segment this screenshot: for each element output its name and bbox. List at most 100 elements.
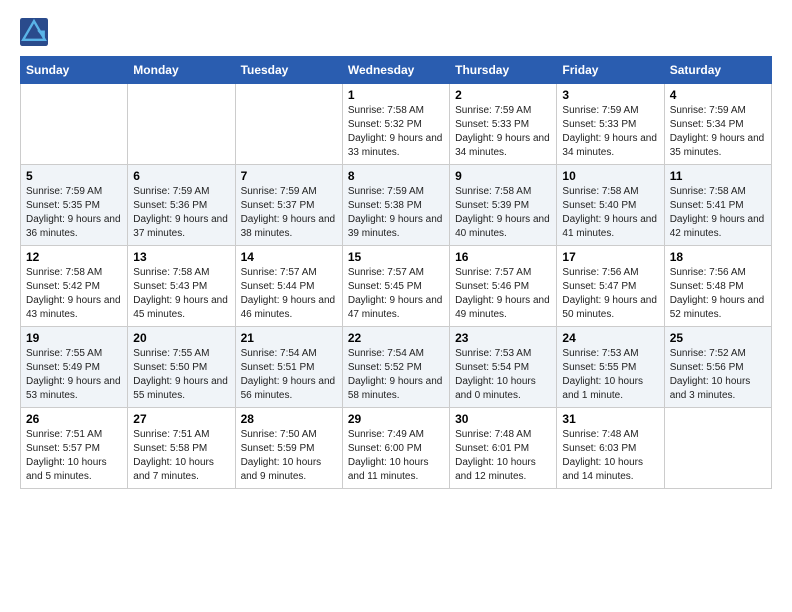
table-row: 12 Sunrise: 7:58 AM Sunset: 5:42 PM Dayli… [21,246,128,327]
logo [20,18,52,46]
day-info: Sunrise: 7:51 AM Sunset: 5:57 PM Dayligh… [26,428,122,484]
calendar-table: Sunday Monday Tuesday Wednesday Thursday… [20,56,772,489]
day-number: 15 [348,250,444,264]
table-row: 30 Sunrise: 7:48 AM Sunset: 6:01 PM Dayli… [450,408,557,489]
header-monday: Monday [128,57,235,84]
table-row [128,84,235,165]
day-info: Sunrise: 7:57 AM Sunset: 5:46 PM Dayligh… [455,266,551,322]
day-info: Sunrise: 7:48 AM Sunset: 6:03 PM Dayligh… [562,428,658,484]
day-number: 9 [455,169,551,183]
day-number: 23 [455,331,551,345]
day-info: Sunrise: 7:57 AM Sunset: 5:45 PM Dayligh… [348,266,444,322]
calendar-week-row: 12 Sunrise: 7:58 AM Sunset: 5:42 PM Dayli… [21,246,772,327]
day-info: Sunrise: 7:52 AM Sunset: 5:56 PM Dayligh… [670,347,766,403]
calendar-week-row: 26 Sunrise: 7:51 AM Sunset: 5:57 PM Dayli… [21,408,772,489]
day-info: Sunrise: 7:55 AM Sunset: 5:50 PM Dayligh… [133,347,229,403]
table-row: 2Sunrise: 7:59 AM Sunset: 5:33 PM Daylig… [450,84,557,165]
day-info: Sunrise: 7:59 AM Sunset: 5:38 PM Dayligh… [348,185,444,241]
table-row: 27 Sunrise: 7:51 AM Sunset: 5:58 PM Dayli… [128,408,235,489]
day-number: 1 [348,88,444,102]
day-info: Sunrise: 7:56 AM Sunset: 5:48 PM Dayligh… [670,266,766,322]
table-row: 9 Sunrise: 7:58 AM Sunset: 5:39 PM Daylig… [450,165,557,246]
header [20,18,772,46]
day-info: Sunrise: 7:49 AM Sunset: 6:00 PM Dayligh… [348,428,444,484]
table-row: 20 Sunrise: 7:55 AM Sunset: 5:50 PM Dayli… [128,327,235,408]
day-info: Sunrise: 7:53 AM Sunset: 5:55 PM Dayligh… [562,347,658,403]
table-row [235,84,342,165]
day-info: Sunrise: 7:59 AM Sunset: 5:36 PM Dayligh… [133,185,229,241]
day-number: 6 [133,169,229,183]
table-row [664,408,771,489]
table-row: 13 Sunrise: 7:58 AM Sunset: 5:43 PM Dayli… [128,246,235,327]
table-row: 18 Sunrise: 7:56 AM Sunset: 5:48 PM Dayli… [664,246,771,327]
day-number: 21 [241,331,337,345]
day-number: 20 [133,331,229,345]
table-row: 29 Sunrise: 7:49 AM Sunset: 6:00 PM Dayli… [342,408,449,489]
day-info: Sunrise: 7:50 AM Sunset: 5:59 PM Dayligh… [241,428,337,484]
day-number: 13 [133,250,229,264]
weekday-header-row: Sunday Monday Tuesday Wednesday Thursday… [21,57,772,84]
day-number: 5 [26,169,122,183]
day-number: 4 [670,88,766,102]
table-row: 22 Sunrise: 7:54 AM Sunset: 5:52 PM Dayli… [342,327,449,408]
day-info: Sunrise: 7:59 AM Sunset: 5:37 PM Dayligh… [241,185,337,241]
table-row: 6 Sunrise: 7:59 AM Sunset: 5:36 PM Daylig… [128,165,235,246]
day-info: Sunrise: 7:48 AM Sunset: 6:01 PM Dayligh… [455,428,551,484]
day-info: Sunrise: 7:58 AM Sunset: 5:42 PM Dayligh… [26,266,122,322]
day-number: 25 [670,331,766,345]
table-row: 10Sunrise: 7:58 AM Sunset: 5:40 PM Dayli… [557,165,664,246]
calendar-week-row: 5Sunrise: 7:59 AM Sunset: 5:35 PM Daylig… [21,165,772,246]
day-info: Sunrise: 7:59 AM Sunset: 5:33 PM Dayligh… [455,104,551,160]
table-row: 28 Sunrise: 7:50 AM Sunset: 5:59 PM Dayli… [235,408,342,489]
table-row: 7 Sunrise: 7:59 AM Sunset: 5:37 PM Daylig… [235,165,342,246]
day-number: 29 [348,412,444,426]
table-row: 26 Sunrise: 7:51 AM Sunset: 5:57 PM Dayli… [21,408,128,489]
day-number: 3 [562,88,658,102]
logo-icon [20,18,48,46]
day-info: Sunrise: 7:58 AM Sunset: 5:40 PM Dayligh… [562,185,658,241]
table-row: 24Sunrise: 7:53 AM Sunset: 5:55 PM Dayli… [557,327,664,408]
header-sunday: Sunday [21,57,128,84]
table-row: 11Sunrise: 7:58 AM Sunset: 5:41 PM Dayli… [664,165,771,246]
calendar-week-row: 19Sunrise: 7:55 AM Sunset: 5:49 PM Dayli… [21,327,772,408]
table-row: 25 Sunrise: 7:52 AM Sunset: 5:56 PM Dayli… [664,327,771,408]
table-row: 8Sunrise: 7:59 AM Sunset: 5:38 PM Daylig… [342,165,449,246]
day-number: 31 [562,412,658,426]
table-row: 3 Sunrise: 7:59 AM Sunset: 5:33 PM Daylig… [557,84,664,165]
day-number: 19 [26,331,122,345]
day-info: Sunrise: 7:51 AM Sunset: 5:58 PM Dayligh… [133,428,229,484]
day-number: 30 [455,412,551,426]
calendar-week-row: 1Sunrise: 7:58 AM Sunset: 5:32 PM Daylig… [21,84,772,165]
day-number: 18 [670,250,766,264]
table-row: 4 Sunrise: 7:59 AM Sunset: 5:34 PM Daylig… [664,84,771,165]
table-row: 5Sunrise: 7:59 AM Sunset: 5:35 PM Daylig… [21,165,128,246]
table-row [21,84,128,165]
day-info: Sunrise: 7:58 AM Sunset: 5:39 PM Dayligh… [455,185,551,241]
table-row: 21 Sunrise: 7:54 AM Sunset: 5:51 PM Dayli… [235,327,342,408]
header-wednesday: Wednesday [342,57,449,84]
table-row: 17 Sunrise: 7:56 AM Sunset: 5:47 PM Dayli… [557,246,664,327]
day-number: 27 [133,412,229,426]
table-row: 15 Sunrise: 7:57 AM Sunset: 5:45 PM Dayli… [342,246,449,327]
day-number: 12 [26,250,122,264]
day-info: Sunrise: 7:54 AM Sunset: 5:52 PM Dayligh… [348,347,444,403]
day-info: Sunrise: 7:58 AM Sunset: 5:43 PM Dayligh… [133,266,229,322]
table-row: 1Sunrise: 7:58 AM Sunset: 5:32 PM Daylig… [342,84,449,165]
table-row: 14Sunrise: 7:57 AM Sunset: 5:44 PM Dayli… [235,246,342,327]
calendar-page: Sunday Monday Tuesday Wednesday Thursday… [0,0,792,612]
day-info: Sunrise: 7:59 AM Sunset: 5:34 PM Dayligh… [670,104,766,160]
day-number: 14 [241,250,337,264]
day-number: 17 [562,250,658,264]
day-info: Sunrise: 7:56 AM Sunset: 5:47 PM Dayligh… [562,266,658,322]
day-info: Sunrise: 7:53 AM Sunset: 5:54 PM Dayligh… [455,347,551,403]
day-info: Sunrise: 7:54 AM Sunset: 5:51 PM Dayligh… [241,347,337,403]
table-row: 31 Sunrise: 7:48 AM Sunset: 6:03 PM Dayli… [557,408,664,489]
header-friday: Friday [557,57,664,84]
day-info: Sunrise: 7:59 AM Sunset: 5:33 PM Dayligh… [562,104,658,160]
day-number: 28 [241,412,337,426]
table-row: 19Sunrise: 7:55 AM Sunset: 5:49 PM Dayli… [21,327,128,408]
day-number: 7 [241,169,337,183]
day-number: 22 [348,331,444,345]
day-number: 26 [26,412,122,426]
day-number: 11 [670,169,766,183]
